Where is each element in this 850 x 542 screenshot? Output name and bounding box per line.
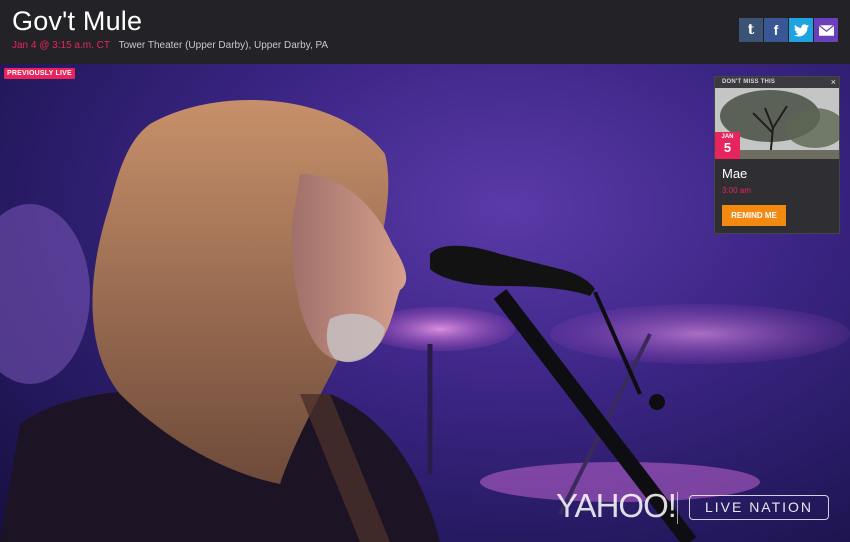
event-header: Gov't Mule Jan 4 @ 3:15 a.m. CT Tower Th… — [0, 0, 850, 64]
promo-event-name[interactable]: Mae — [722, 166, 747, 181]
facebook-share-button[interactable]: f — [764, 18, 788, 42]
logo-divider — [677, 492, 678, 524]
facebook-icon: f — [773, 22, 779, 38]
remind-me-button[interactable]: REMIND ME — [722, 205, 786, 226]
close-icon[interactable]: × — [831, 77, 836, 88]
tumblr-share-button[interactable]: t — [739, 18, 763, 42]
promo-date-day: 5 — [723, 140, 732, 155]
event-title: Gov't Mule — [12, 6, 143, 36]
event-subtitle: Jan 4 @ 3:15 a.m. CT Tower Theater (Uppe… — [12, 40, 328, 51]
live-nation-logo: LIVE NATION — [689, 495, 829, 520]
email-icon — [818, 24, 834, 36]
twitter-share-button[interactable] — [789, 18, 813, 42]
promo-header-label: DON'T MISS THIS — [722, 79, 776, 85]
previously-live-badge: PREVIOUSLY LIVE — [4, 68, 75, 79]
email-share-button[interactable] — [814, 18, 838, 42]
twitter-icon — [793, 23, 809, 36]
tumblr-icon: t — [747, 22, 755, 38]
event-venue: Tower Theater (Upper Darby), Upper Darby… — [118, 40, 329, 51]
promo-header: DON'T MISS THIS × — [715, 77, 839, 88]
yahoo-logo: YAHOO! — [556, 487, 677, 524]
event-datetime: Jan 4 @ 3:15 a.m. CT — [12, 40, 110, 51]
dont-miss-this-card: DON'T MISS THIS × JAN 5 Mae 3:00 am REMI… — [714, 76, 840, 234]
promo-event-time: 3:00 am — [722, 186, 751, 195]
promo-date-badge: JAN 5 — [715, 132, 740, 159]
app: Gov't Mule Jan 4 @ 3:15 a.m. CT Tower Th… — [0, 0, 850, 542]
